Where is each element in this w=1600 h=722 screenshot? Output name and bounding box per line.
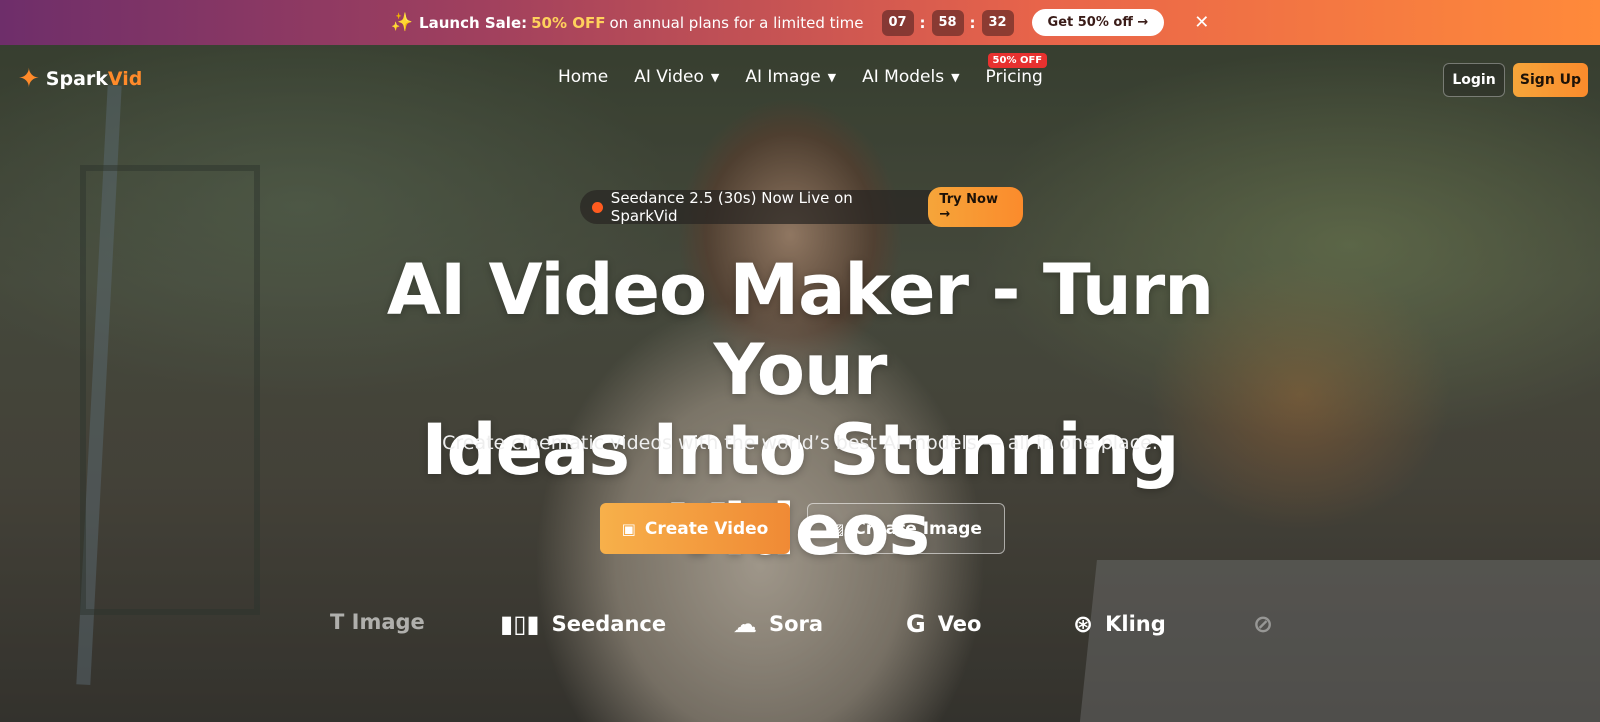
timer-minutes: 58 <box>931 9 964 36</box>
model-logo-seedance: ▮▯▮ Seedance <box>500 610 667 638</box>
close-icon[interactable]: ✕ <box>1194 12 1209 33</box>
promo-label: Launch Sale: <box>419 13 528 32</box>
promo-text: on annual plans for a limited time <box>609 13 864 32</box>
chevron-down-icon: ▼ <box>951 70 960 84</box>
model-logo-sora: ☁ Sora <box>733 610 824 638</box>
chevron-down-icon: ▼ <box>710 70 720 84</box>
model-logos-strip: T Image ▮▯▮ Seedance ☁ Sora G Veo ⊛ Klin… <box>0 610 1600 650</box>
video-camera-icon: ▣ <box>621 519 636 538</box>
main-menu: Home AI Video ▼ AI Image ▼ AI Models ▼ 5… <box>558 53 1069 87</box>
promo-banner: ✨ Launch Sale: 50% OFF on annual plans f… <box>0 0 1600 45</box>
login-button[interactable]: Login <box>1443 63 1505 97</box>
create-image-button[interactable]: ▨ Create Image <box>807 503 1005 554</box>
countdown-timer: 07 : 58 : 32 <box>881 9 1014 36</box>
create-video-button[interactable]: ▣ Create Video <box>600 503 790 554</box>
get-discount-button[interactable]: Get 50% off → <box>1031 9 1165 36</box>
nav-ai-image[interactable]: AI Image ▼ <box>745 67 836 87</box>
announcement-text: Seedance 2.5 (30s) Now Live on SparkVid <box>610 189 853 225</box>
logo[interactable]: ✦ Spark Vid <box>18 66 142 92</box>
hero-subtitle: Create cinematic videos with the world’s… <box>442 432 1158 454</box>
timer-hours: 07 <box>881 9 914 36</box>
spark-logo-icon: ✦ <box>18 64 40 94</box>
model-logo-kling: ⊛ Kling <box>1073 610 1166 638</box>
try-now-button[interactable]: Try Now → <box>928 187 1023 227</box>
bars-icon: ▮▯▮ <box>500 610 540 638</box>
hero-headline: AI Video Maker - Turn Your Ideas Into St… <box>386 249 1214 571</box>
g-icon: G <box>906 610 926 638</box>
swirl-icon: ⊛ <box>1073 610 1094 638</box>
signup-button[interactable]: Sign Up <box>1513 63 1588 97</box>
image-icon: ▨ <box>830 519 845 538</box>
model-logo-veo: G Veo <box>906 610 982 638</box>
live-dot-icon <box>592 201 603 213</box>
announcement-pill[interactable]: Seedance 2.5 (30s) Now Live on SparkVid … <box>580 187 1023 227</box>
nav-ai-video[interactable]: AI Video ▼ <box>634 67 719 87</box>
cloud-icon: ☁ <box>733 610 757 638</box>
nav-ai-models[interactable]: AI Models ▼ <box>862 67 959 87</box>
model-logo-partial: ⊘ <box>1253 610 1285 638</box>
model-logo-image: T Image <box>330 610 425 634</box>
discount-badge: 50% OFF <box>987 53 1048 68</box>
nav-home[interactable]: Home <box>558 67 608 87</box>
timer-seconds: 32 <box>981 9 1014 36</box>
chevron-down-icon: ▼ <box>827 70 837 84</box>
promo-highlight: 50% OFF <box>531 13 606 32</box>
swirl-icon: ⊘ <box>1253 610 1274 638</box>
nav-pricing[interactable]: 50% OFF Pricing <box>986 53 1048 87</box>
navbar: ✦ Spark Vid Home AI Video ▼ AI Image ▼ AI… <box>0 45 1600 113</box>
sparkle-icon: ✨ <box>390 12 414 33</box>
